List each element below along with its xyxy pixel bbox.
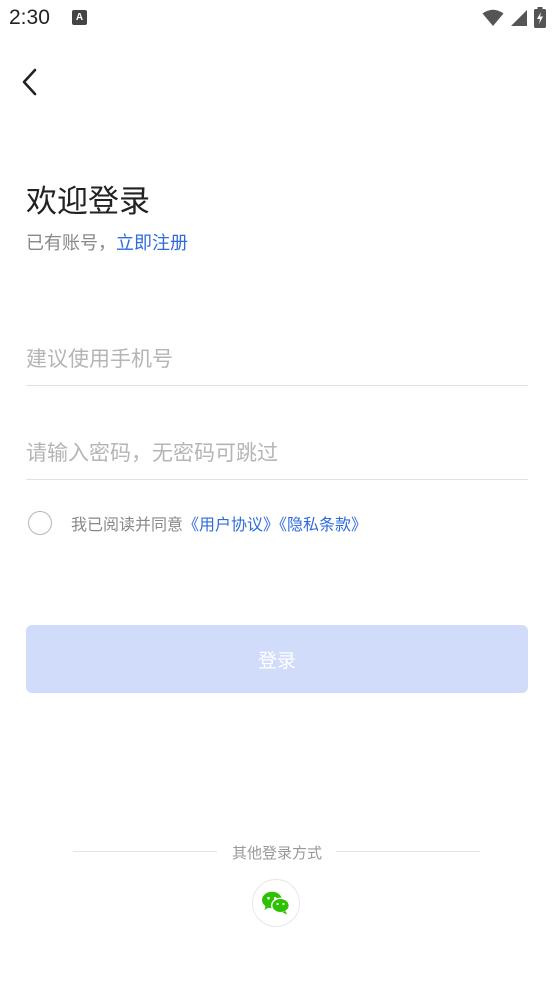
user-agreement-link[interactable]: 《用户协议》 bbox=[183, 515, 279, 534]
status-bar: 2:30 A bbox=[0, 0, 554, 38]
password-field-container bbox=[26, 429, 528, 480]
login-button[interactable]: 登录 bbox=[26, 625, 528, 693]
signal-icon bbox=[511, 9, 527, 26]
back-button[interactable] bbox=[12, 64, 48, 100]
agreement-text: 我已阅读并同意《用户协议》《隐私条款》 bbox=[71, 511, 367, 535]
privacy-policy-link[interactable]: 《隐私条款》 bbox=[279, 515, 367, 534]
agreement-prefix: 我已阅读并同意 bbox=[71, 515, 184, 534]
wifi-icon bbox=[482, 9, 504, 26]
phone-field-container bbox=[26, 335, 528, 386]
page-title: 欢迎登录 bbox=[26, 184, 150, 220]
register-link[interactable]: 立即注册 bbox=[116, 233, 188, 254]
register-prompt: 已有账号，立即注册 bbox=[26, 229, 188, 255]
wechat-icon bbox=[262, 891, 291, 915]
other-login-label: 其他登录方式 bbox=[231, 844, 322, 862]
battery-charging-icon bbox=[534, 7, 546, 28]
wechat-login-button[interactable] bbox=[252, 879, 300, 927]
agreement-checkbox[interactable] bbox=[28, 511, 52, 535]
agreement-row: 我已阅读并同意《用户协议》《隐私条款》 bbox=[28, 511, 367, 535]
status-time: 2:30 bbox=[9, 6, 50, 29]
chevron-left-icon bbox=[22, 68, 37, 96]
system-icons bbox=[482, 7, 546, 28]
phone-input[interactable] bbox=[26, 335, 528, 383]
register-prompt-text: 已有账号， bbox=[26, 233, 116, 254]
password-input[interactable] bbox=[26, 429, 528, 477]
notification-icon: A bbox=[72, 10, 87, 25]
